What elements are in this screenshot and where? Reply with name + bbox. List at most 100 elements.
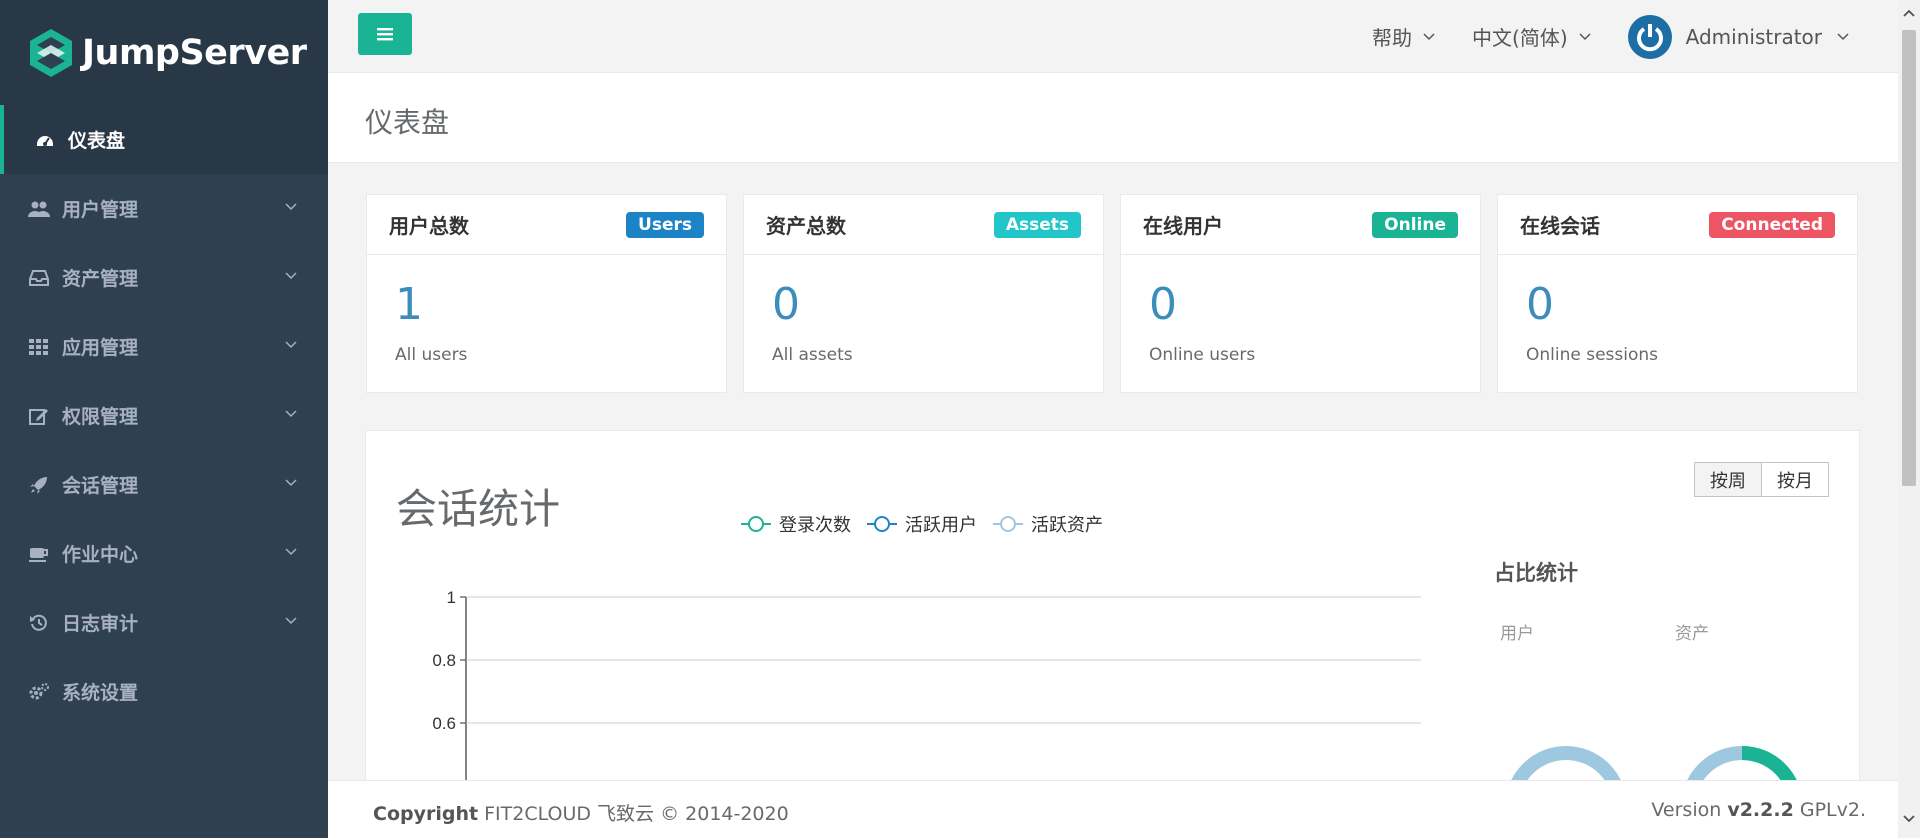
toggle-sidebar-button[interactable]: [358, 13, 412, 55]
user-dropdown[interactable]: Administrator: [1686, 25, 1850, 49]
sidebar-item-audits[interactable]: 日志审计: [0, 588, 328, 657]
sidebar-item-label: 日志审计: [62, 613, 139, 635]
history-icon: [28, 612, 50, 634]
legend-label: 活跃用户: [905, 515, 977, 536]
legend-item[interactable]: 活跃资产: [991, 511, 1103, 537]
license-text: GPLv2.: [1799, 799, 1866, 821]
period-toggle: 按周 按月: [1694, 462, 1829, 497]
chart-legend: 登录次数 活跃用户 活跃资产: [739, 511, 1117, 537]
chevron-down-icon: [285, 479, 297, 487]
sidebar-item-label: 用户管理: [62, 199, 139, 221]
inbox-icon: [28, 267, 50, 289]
chevron-down-icon: [285, 617, 297, 625]
sidebar: JumpServer 仪表盘 用户管理 资产管理 应用管理 权限管理 会话管理 …: [0, 0, 328, 838]
stat-card-online-users: 在线用户 Online 0 Online users: [1120, 194, 1481, 393]
card-title: 在线用户: [1143, 214, 1223, 238]
status-badge: Connected: [1709, 211, 1835, 238]
sidebar-item-label: 权限管理: [62, 406, 139, 428]
scroll-down-icon[interactable]: [1902, 812, 1916, 826]
sidebar-item-dashboard[interactable]: 仪表盘: [0, 105, 328, 174]
stat-cards: 用户总数 Users 1 All users 资产总数 Assets 0 All…: [366, 194, 1874, 393]
chevron-down-icon: [285, 410, 297, 418]
chevron-down-icon: [1423, 32, 1435, 40]
brand-name: JumpServer: [82, 32, 307, 73]
card-value: 0: [1149, 279, 1177, 330]
sidebar-item-users[interactable]: 用户管理: [0, 174, 328, 243]
page-title: 仪表盘: [365, 106, 450, 139]
bars-icon: [377, 28, 393, 41]
footer: Copyright FIT2CLOUD 飞致云 © 2014-2020 Vers…: [328, 780, 1898, 838]
status-badge: Assets: [993, 211, 1081, 238]
page-scrollbar[interactable]: [1898, 0, 1920, 838]
legend-item[interactable]: 登录次数: [739, 511, 851, 537]
ratio-asset-label: 资产: [1675, 624, 1709, 644]
card-subtitle: Online users: [1149, 345, 1256, 365]
status-badge: Online: [1372, 211, 1458, 238]
y-tick-label: 1: [447, 588, 456, 607]
power-icon: [1636, 23, 1663, 51]
grid-icon: [28, 336, 50, 358]
card-title: 资产总数: [766, 214, 846, 238]
help-label: 帮助: [1372, 26, 1413, 50]
chevron-down-icon: [285, 203, 297, 211]
ratio-stats-title: 占比统计: [1494, 561, 1578, 585]
legend-label: 登录次数: [779, 515, 851, 536]
copyright-label: Copyright: [373, 803, 479, 825]
avatar[interactable]: [1627, 14, 1672, 59]
chevron-down-icon: [285, 272, 297, 280]
coffee-icon: [28, 543, 50, 565]
chevron-down-icon: [1837, 32, 1849, 40]
card-title: 用户总数: [389, 214, 469, 238]
by-month-button[interactable]: 按月: [1761, 462, 1829, 497]
stat-card-online-sessions: 在线会话 Connected 0 Online sessions: [1497, 194, 1858, 393]
legend-label: 活跃资产: [1031, 515, 1103, 536]
legend-marker: [741, 516, 771, 532]
gears-icon: [28, 681, 50, 703]
edit-icon: [28, 405, 50, 427]
page-heading: 仪表盘: [328, 73, 1898, 163]
card-header: 用户总数 Users: [367, 195, 726, 255]
language-dropdown[interactable]: 中文(简体): [1472, 22, 1592, 51]
scrollbar-thumb[interactable]: [1902, 30, 1916, 486]
sidebar-item-label: 系统设置: [62, 682, 139, 704]
card-subtitle: All assets: [772, 345, 853, 365]
card-body: 0 Online sessions: [1498, 255, 1857, 393]
sidebar-item-label: 资产管理: [62, 268, 139, 290]
card-header: 在线会话 Connected: [1498, 195, 1857, 255]
sidebar-item-assets[interactable]: 资产管理: [0, 243, 328, 312]
legend-marker: [867, 516, 897, 532]
card-value: 0: [1526, 279, 1554, 330]
user-name-label: Administrator: [1685, 24, 1822, 49]
sidebar-item-jobs[interactable]: 作业中心: [0, 519, 328, 588]
sidebar-item-applications[interactable]: 应用管理: [0, 312, 328, 381]
stat-card-users: 用户总数 Users 1 All users: [366, 194, 727, 393]
card-body: 0 Online users: [1121, 255, 1480, 393]
version-info: Version v2.2.2 GPLv2.: [1651, 799, 1866, 821]
by-week-button[interactable]: 按周: [1694, 462, 1762, 497]
sidebar-item-permissions[interactable]: 权限管理: [0, 381, 328, 450]
card-subtitle: All users: [395, 345, 468, 365]
brand-logo[interactable]: JumpServer: [0, 0, 328, 105]
users-icon: [28, 198, 50, 220]
card-value: 0: [772, 279, 800, 330]
sidebar-item-sessions[interactable]: 会话管理: [0, 450, 328, 519]
sidebar-item-label: 仪表盘: [68, 130, 126, 152]
chevron-down-icon: [1579, 32, 1591, 40]
sidebar-item-settings[interactable]: 系统设置: [0, 657, 328, 726]
sidebar-item-label: 应用管理: [62, 337, 139, 359]
card-header: 资产总数 Assets: [744, 195, 1103, 255]
card-body: 1 All users: [367, 255, 726, 393]
jumpserver-logo-icon: [30, 28, 72, 77]
legend-marker: [993, 516, 1023, 532]
help-dropdown[interactable]: 帮助: [1372, 22, 1436, 51]
session-stats-panel: 会话统计 按周 按月 登录次数 活跃用户 活跃资产 1 0.8 0.6 占比统计 用户 …: [365, 430, 1860, 831]
scroll-up-icon[interactable]: [1902, 6, 1916, 20]
card-body: 0 All assets: [744, 255, 1103, 393]
version-label: Version: [1651, 799, 1722, 821]
language-label: 中文(简体): [1472, 26, 1568, 50]
y-tick-label: 0.8: [432, 651, 456, 670]
card-subtitle: Online sessions: [1526, 345, 1659, 365]
legend-item[interactable]: 活跃用户: [865, 511, 977, 537]
dashboard-icon: [34, 129, 56, 151]
top-right-menu: 帮助 中文(简体) Administrator: [1372, 0, 1898, 73]
